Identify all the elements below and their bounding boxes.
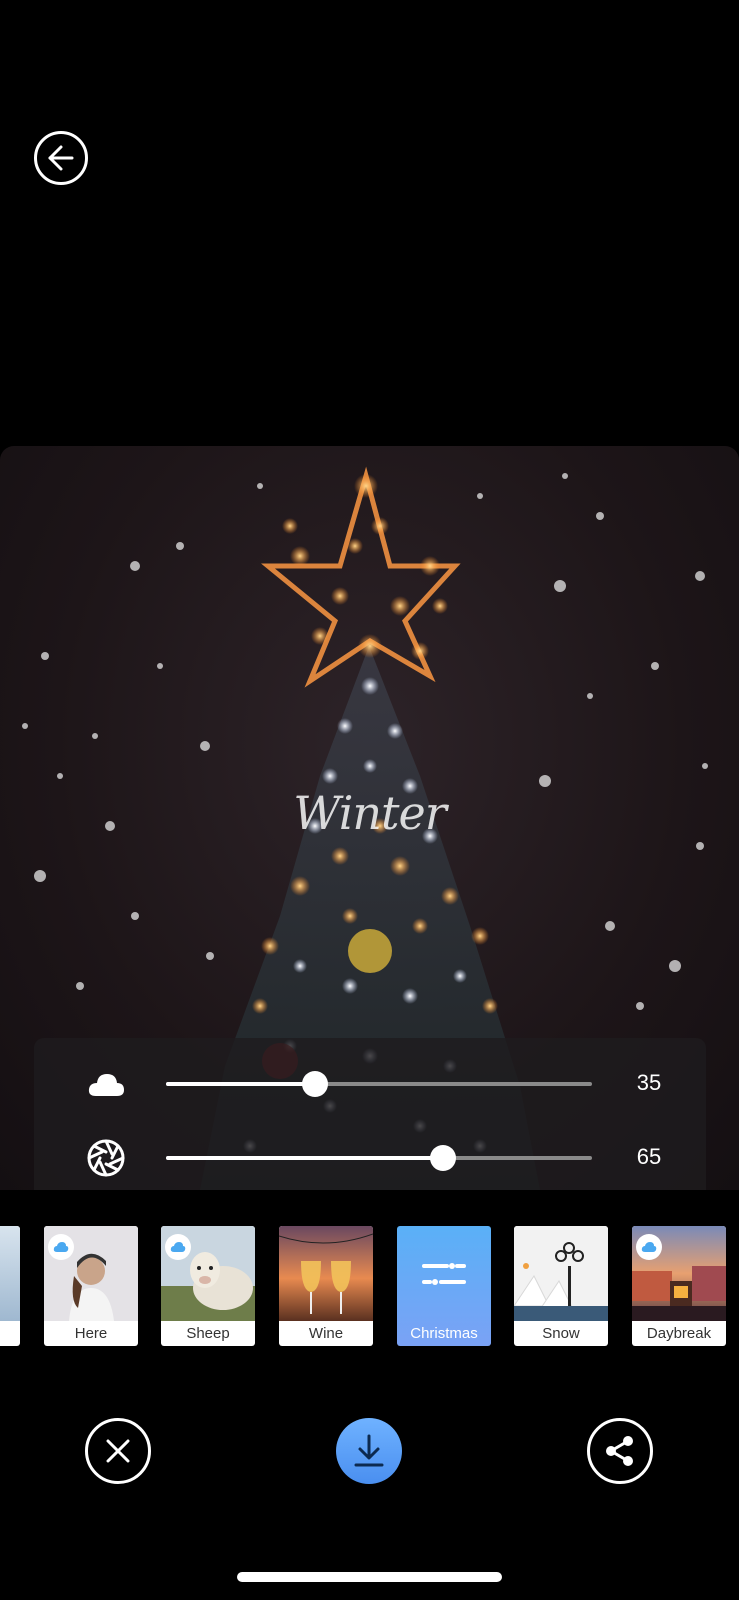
aperture-slider-fill [166, 1156, 443, 1160]
cloud-icon [88, 1074, 124, 1096]
cloud-download-badge [636, 1234, 662, 1260]
filter-label: Daybreak [646, 1325, 712, 1342]
filter-thumbnail [514, 1226, 608, 1321]
filter-thumbnail [279, 1226, 373, 1321]
filter-label: Snow [542, 1325, 580, 1342]
filter-item-sheep[interactable]: Sheep [161, 1226, 255, 1346]
share-icon [606, 1436, 633, 1466]
filter-item-daybreak[interactable]: Daybreak [632, 1226, 726, 1346]
filter-label [0, 1321, 20, 1346]
filter-label: Christmas [410, 1325, 478, 1342]
filter-label: Here [74, 1325, 108, 1342]
cloud-icon [641, 1242, 657, 1252]
cloud-slider-fill [166, 1082, 316, 1086]
filter-label: Sheep [186, 1325, 230, 1342]
filter-item[interactable] [0, 1226, 20, 1346]
filter-item-wine[interactable]: Wine [279, 1226, 373, 1346]
overlay-text: Winter [293, 786, 447, 840]
filter-strip[interactable]: Here Sheep Wine Christmas Snow Daybreak [0, 1224, 739, 1348]
cloud-download-badge [48, 1234, 74, 1260]
filter-label: Wine [308, 1325, 344, 1342]
adjustment-panel: 35 65 [34, 1038, 706, 1190]
sliders-icon [422, 1263, 466, 1285]
cloud-slider-value: 35 [636, 1070, 662, 1095]
arrow-left-icon [48, 145, 74, 171]
filter-item-christmas[interactable]: Christmas [397, 1226, 491, 1346]
aperture-slider[interactable] [166, 1145, 592, 1171]
close-icon [106, 1439, 130, 1463]
download-icon [354, 1434, 384, 1467]
aperture-slider-thumb[interactable] [429, 1145, 456, 1171]
filter-item-here[interactable]: Here [44, 1226, 138, 1346]
cloud-slider[interactable] [166, 1071, 592, 1097]
filter-thumbnail [0, 1226, 20, 1321]
cloud-slider-thumb[interactable] [302, 1071, 329, 1097]
slider-row-cloud: 35 [34, 1064, 706, 1104]
cloud-icon [170, 1242, 186, 1252]
cloud-icon [53, 1242, 69, 1252]
home-indicator [237, 1572, 502, 1582]
cancel-button[interactable] [85, 1418, 151, 1484]
share-button[interactable] [587, 1418, 653, 1484]
filter-item-snow[interactable]: Snow [514, 1226, 608, 1346]
back-button[interactable] [34, 131, 88, 185]
slider-row-aperture: 65 [34, 1138, 706, 1178]
aperture-slider-value: 65 [636, 1144, 662, 1169]
aperture-icon [87, 1139, 125, 1177]
download-button[interactable] [336, 1418, 402, 1484]
cloud-download-badge [165, 1234, 191, 1260]
